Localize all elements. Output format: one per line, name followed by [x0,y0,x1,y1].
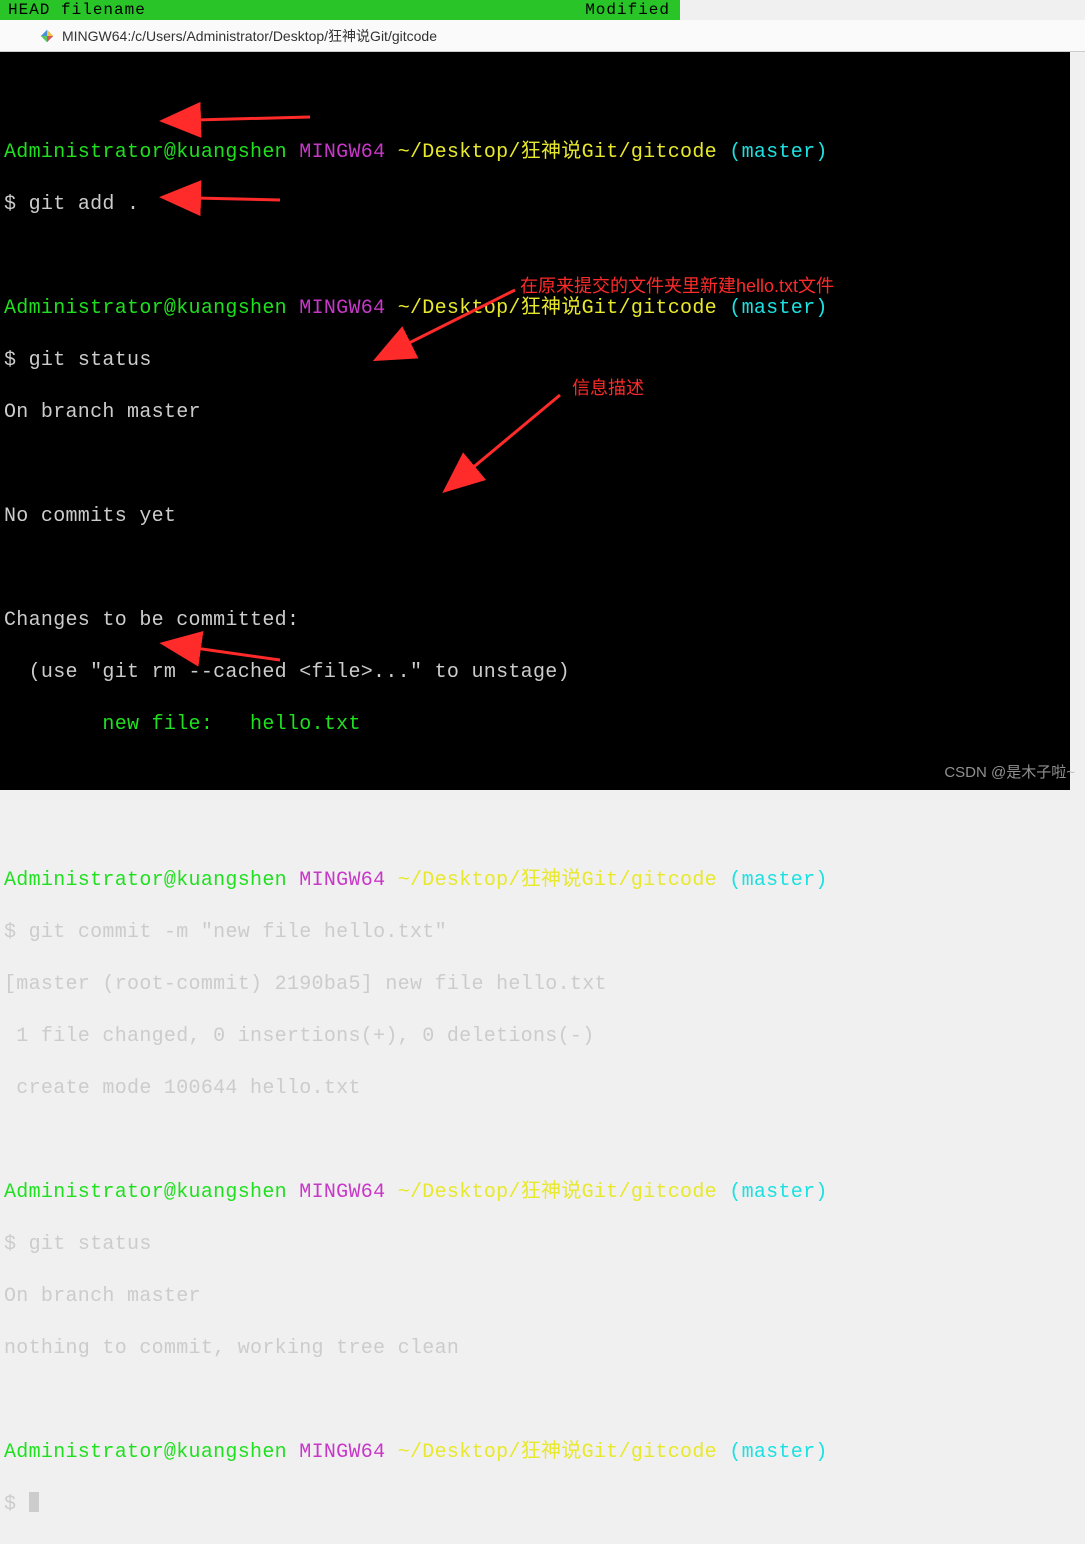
out-changes-head: Changes to be committed: [4,608,1070,634]
prompt-line: Administrator@kuangshen MINGW64 ~/Deskto… [4,140,1070,166]
cmd-git-add: $ git add . [4,192,1070,218]
green-status-bar: HEAD filename Modified [0,0,680,20]
watermark: CSDN @是木子啦~ [944,761,1075,782]
out-unstage-hint: (use "git rm --cached <file>..." to unst… [4,660,1070,686]
out-commit-1: [master (root-commit) 2190ba5] new file … [4,972,1070,998]
cmd-git-status-2: $ git status [4,1232,1070,1258]
statusbar-right: Modified [585,1,670,19]
out-commit-3: create mode 100644 hello.txt [4,1076,1070,1102]
mingw-icon [40,29,54,43]
out-onbranch-2: On branch master [4,1284,1070,1310]
prompt-line: Administrator@kuangshen MINGW64 ~/Deskto… [4,868,1070,894]
out-onbranch: On branch master [4,400,1070,426]
prompt-line: Administrator@kuangshen MINGW64 ~/Deskto… [4,1440,1070,1466]
out-nocommits: No commits yet [4,504,1070,530]
cursor-line[interactable]: $ [4,1492,1070,1518]
terminal[interactable]: Administrator@kuangshen MINGW64 ~/Deskto… [0,52,1070,790]
cmd-git-commit: $ git commit -m "new file hello.txt" [4,920,1070,946]
out-newfile: new file: hello.txt [4,712,1070,738]
cmd-git-status: $ git status [4,348,1070,374]
window-title-bar[interactable]: MINGW64:/c/Users/Administrator/Desktop/狂… [0,20,1085,52]
window-title-text: MINGW64:/c/Users/Administrator/Desktop/狂… [62,26,437,46]
out-commit-2: 1 file changed, 0 insertions(+), 0 delet… [4,1024,1070,1050]
cursor [29,1492,39,1512]
prompt-line: Administrator@kuangshen MINGW64 ~/Deskto… [4,1180,1070,1206]
statusbar-left: HEAD filename [8,1,146,19]
out-clean: nothing to commit, working tree clean [4,1336,1070,1362]
prompt-line: Administrator@kuangshen MINGW64 ~/Deskto… [4,296,1070,322]
